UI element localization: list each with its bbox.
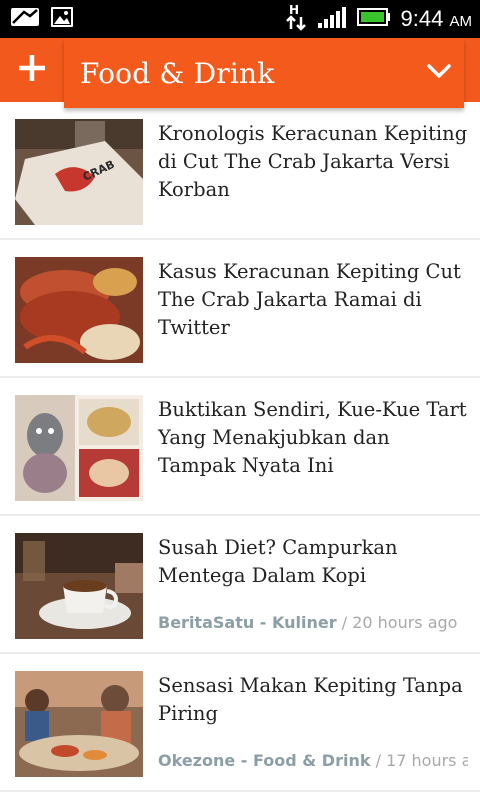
svg-text:H: H (289, 3, 299, 17)
plus-icon (18, 54, 46, 85)
app-bar: Food & Drink (0, 38, 480, 108)
article-source: Okezone - Food & Drink (158, 751, 371, 770)
category-dropdown[interactable]: Food & Drink (64, 38, 464, 108)
list-item[interactable]: Kasus Keracunan Kepiting Cut The Crab Ja… (0, 240, 480, 378)
article-title: Kasus Keracunan Kepiting Cut The Crab Ja… (158, 260, 461, 339)
image-icon (50, 6, 74, 32)
article-thumbnail (15, 257, 143, 363)
article-time: 17 hours a... (386, 751, 468, 770)
list-item[interactable]: CRAB Kronologis Keracunan Kepiting di Cu… (0, 102, 480, 240)
article-title: Buktikan Sendiri, Kue-Kue Tart Yang Mena… (158, 398, 467, 477)
data-transfer-icon: H (285, 3, 307, 35)
article-title: Sensasi Makan Kepiting Tanpa Piring (158, 674, 463, 725)
status-right: H 9:44 AM (285, 3, 472, 35)
list-item[interactable]: Susah Diet? Campurkan Mentega Dalam Kopi… (0, 516, 480, 654)
article-title: Kronologis Keracunan Kepiting di Cut The… (158, 122, 468, 201)
status-time: 9:44 AM (400, 6, 472, 31)
meta-separator: / (370, 751, 387, 770)
chevron-down-icon (426, 62, 452, 84)
article-source: BeritaSatu - Kuliner (158, 613, 337, 632)
article-thumbnail (15, 395, 143, 501)
article-thumbnail (15, 671, 143, 777)
category-title: Food & Drink (80, 56, 275, 90)
battery-icon (356, 7, 391, 31)
article-thumbnail: CRAB (15, 119, 143, 225)
meta-separator: / (336, 613, 353, 632)
status-bar: H 9:44 AM (0, 0, 480, 38)
mail-icon (10, 6, 40, 32)
status-left-icons (10, 6, 74, 32)
add-button[interactable] (0, 38, 64, 102)
list-item[interactable]: Buktikan Sendiri, Kue-Kue Tart Yang Mena… (0, 378, 480, 516)
list-item[interactable]: Sensasi Makan Kepiting Tanpa Piring Okez… (0, 654, 480, 792)
article-title: Susah Diet? Campurkan Mentega Dalam Kopi (158, 536, 398, 587)
signal-icon (317, 5, 347, 33)
article-thumbnail (15, 533, 143, 639)
article-time: 20 hours ago (352, 613, 458, 632)
article-meta: Okezone - Food & Drink / 17 hours a... (158, 751, 468, 770)
article-meta: BeritaSatu - Kuliner / 20 hours ago (158, 613, 468, 632)
